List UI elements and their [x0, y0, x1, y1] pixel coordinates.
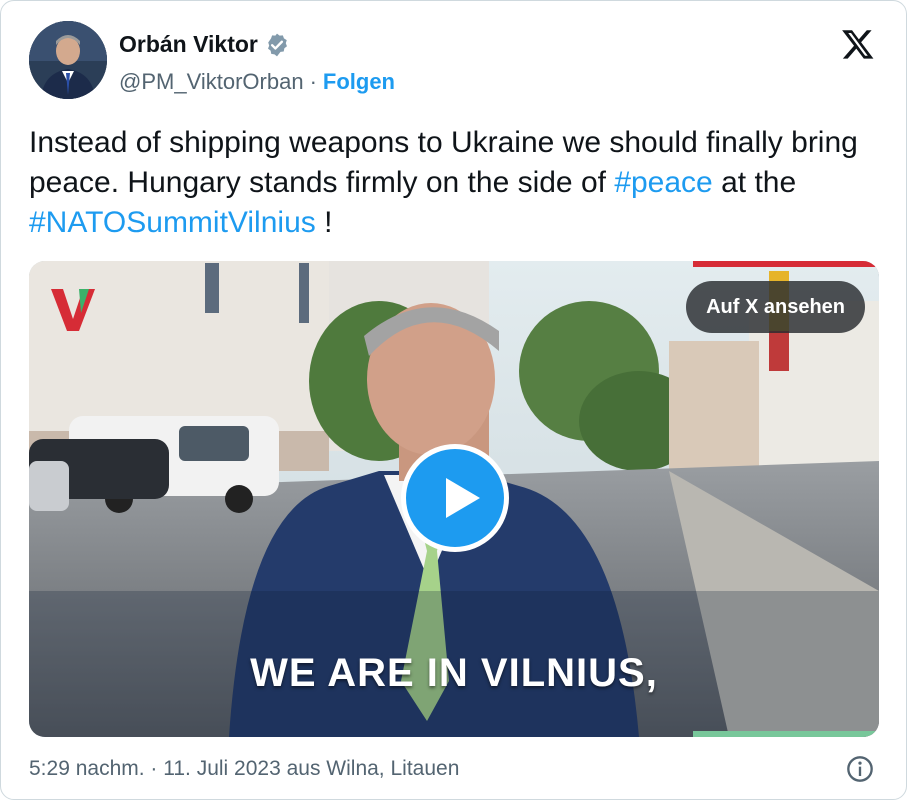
tweet-text-part-2: at the — [712, 166, 797, 199]
video-top-accent-bar — [693, 261, 879, 267]
x-logo-icon[interactable] — [840, 27, 876, 61]
avatar-image — [29, 21, 107, 99]
video-caption: WE ARE IN VILNIUS, — [250, 651, 658, 695]
video-bottom-accent-bar — [693, 731, 879, 737]
view-on-x-button[interactable]: Auf X ansehen — [686, 281, 865, 333]
info-icon[interactable] — [846, 755, 874, 783]
separator-dot: · — [309, 69, 317, 94]
author-name-row[interactable]: Orbán Viktor — [119, 31, 290, 58]
verified-badge-icon — [267, 33, 287, 56]
tweet-timestamp[interactable]: 5:29 nachm. · 11. Juli 2023 aus Wilna, L… — [29, 757, 459, 781]
tweet-text: Instead of shipping weapons to Ukraine w… — [29, 123, 879, 243]
avatar[interactable] — [29, 21, 107, 99]
tweet-text-part-3: ! — [315, 206, 333, 239]
tweet-card: Orbán Viktor @PM_ViktorOrban · Folgen In… — [0, 0, 907, 800]
play-icon[interactable] — [401, 444, 509, 552]
video-player[interactable]: Auf X ansehen WE ARE IN VILNIUS, — [29, 261, 879, 737]
follow-button[interactable]: Folgen — [323, 69, 395, 95]
hashtag-peace[interactable]: #peace — [614, 166, 712, 199]
author-handle-row: @PM_ViktorOrban · Folgen — [119, 69, 395, 95]
hashtag-nato-summit-vilnius[interactable]: #NATOSummitVilnius — [29, 206, 316, 239]
author-display-name[interactable]: Orbán Viktor — [119, 31, 258, 58]
author-handle[interactable]: @PM_ViktorOrban — [119, 69, 304, 95]
